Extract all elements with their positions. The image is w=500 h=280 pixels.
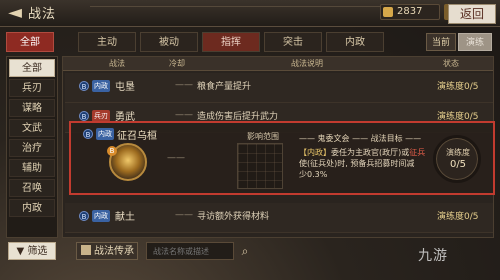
range-label: 影响范围 (247, 132, 279, 141)
tab-command[interactable]: 指挥 (202, 32, 260, 52)
progress-label: 演练度 (446, 148, 470, 157)
header-state: 状态 (443, 59, 459, 68)
search-icon[interactable]: ⌕ (238, 244, 252, 258)
progress-value: 0/5 (449, 159, 467, 170)
tactic-cooldown: —— (175, 210, 193, 220)
type-tag: 内政 (92, 210, 110, 222)
header-cooldown: 冷却 (169, 59, 185, 68)
tactic-name: 屯垦 (115, 82, 135, 93)
quality-badge: B (107, 146, 117, 156)
tab-internal[interactable]: 内政 (326, 32, 384, 52)
selected-tactic-detail[interactable]: B 内政 征召乌桓 B —— 影响范围 —— 鬼委文会 —— 战法目标 —— 【… (69, 121, 495, 195)
detail-text-2: 使(征兵处)时, 预备兵招募时间减 (299, 159, 415, 168)
category-tabs: 全部 主动 被动 指挥 突击 内政 (6, 32, 494, 52)
tactic-name: 征召乌桓 (117, 131, 157, 142)
sidebar-item-all[interactable]: 全部 (9, 59, 55, 77)
inherit-label: 战法传承 (94, 246, 134, 257)
table-row[interactable]: B 内政 献土 —— 寻访额外获得材料 演练度0/5 (65, 203, 493, 233)
grade-badge: B (79, 211, 89, 221)
currency-display: 2837 (380, 4, 440, 20)
inherit-button[interactable]: 战法传承 (76, 242, 138, 260)
header-tactic: 战法 (109, 59, 125, 68)
currency-value: 2837 (397, 6, 423, 17)
header-desc: 战法说明 (291, 59, 323, 68)
grade-badge: B (79, 111, 89, 121)
train-button[interactable]: 演练 (458, 33, 492, 51)
back-arrow-icon[interactable]: ◄ (4, 2, 26, 24)
tactic-desc: 寻访额外获得材料 (197, 212, 270, 222)
sidebar-item-civil-military[interactable]: 文武 (9, 119, 55, 137)
detail-text-1: 委任为主政官(政厅)或 (331, 148, 410, 157)
tab-all[interactable]: 全部 (6, 32, 54, 52)
tactic-state: 演练度0/5 (437, 82, 479, 92)
page-title: 战法 (28, 7, 57, 22)
detail-tag-text: 【内政】 (299, 148, 331, 157)
filter-icon: ▼ (16, 246, 25, 257)
tab-active[interactable]: 主动 (78, 32, 136, 52)
filter-button[interactable]: ▼ 筛选 (8, 242, 56, 260)
range-grid (237, 143, 283, 189)
tab-passive[interactable]: 被动 (140, 32, 198, 52)
current-filter-button[interactable]: 当前 (426, 33, 456, 51)
table-header: 战法 冷却 战法说明 状态 (63, 57, 493, 71)
sidebar-item-weapon[interactable]: 兵刃 (9, 79, 55, 97)
sidebar-item-summon[interactable]: 召唤 (9, 179, 55, 197)
detail-text-highlight: 征兵 (409, 148, 426, 157)
currency-icon (383, 7, 393, 17)
detail-title: —— 鬼委文会 —— 战法目标 —— (299, 134, 422, 143)
tactic-desc: 粮食产量提升 (197, 82, 252, 92)
grade-badge: B (83, 129, 93, 139)
tactic-cooldown: —— (167, 153, 185, 163)
top-bar: ◄ 战法 2837 + 返回 (0, 0, 500, 27)
detail-text: 【内政】委任为主政官(政厅)或征兵 使(征兵处)时, 预备兵招募时间减 少0.3… (299, 147, 449, 180)
inherit-icon (81, 245, 91, 255)
bottom-bar: ▼ 筛选 战法传承 ⌕ 九游 (0, 240, 500, 280)
grade-badge: B (79, 81, 89, 91)
sidebar-item-heal[interactable]: 治疗 (9, 139, 55, 157)
tab-assault[interactable]: 突击 (264, 32, 322, 52)
watermark-logo: 九游 (418, 248, 448, 264)
type-tag: 内政 (96, 128, 114, 140)
title-separator (90, 6, 390, 18)
filter-label: 筛选 (27, 246, 48, 257)
tactic-cooldown: —— (175, 110, 193, 120)
sidebar-item-strategy[interactable]: 谋略 (9, 99, 55, 117)
sidebar-item-support[interactable]: 辅助 (9, 159, 55, 177)
search-input[interactable] (146, 242, 234, 260)
back-button[interactable]: 返回 (448, 4, 496, 24)
detail-text-3: 少0.3% (299, 170, 328, 179)
tactic-state: 演练度0/5 (437, 212, 479, 222)
sidebar: 全部 兵刃 谋略 文武 治疗 辅助 召唤 内政 (6, 56, 58, 238)
tactic-name: 献土 (115, 212, 135, 223)
table-row[interactable]: B 内政 屯垦 —— 粮食产量提升 演练度0/5 (65, 73, 493, 103)
tactic-cooldown: —— (175, 80, 193, 90)
type-tag: 内政 (92, 80, 110, 92)
sidebar-item-internal[interactable]: 内政 (9, 199, 55, 217)
game-screen: { "window": { "title": "战法", "coin_value… (0, 0, 500, 280)
